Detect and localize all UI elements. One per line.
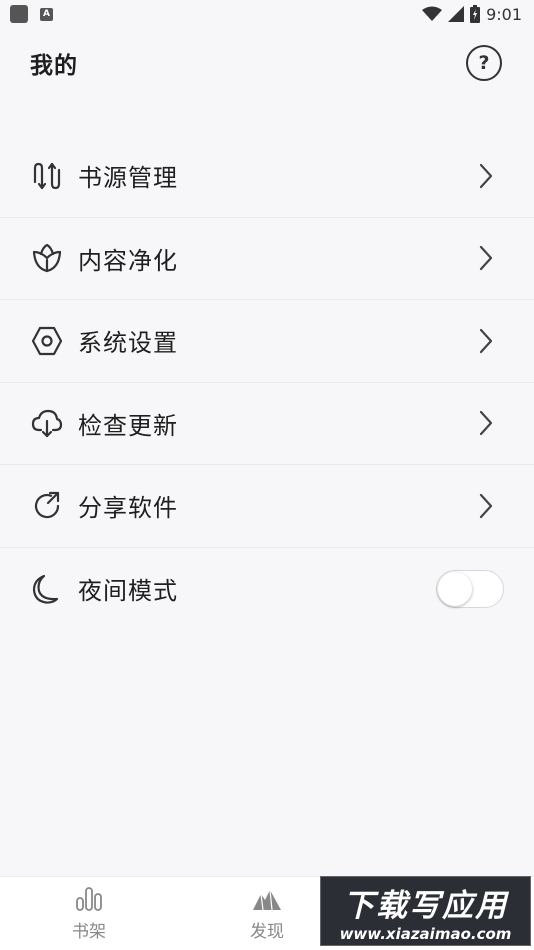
- moon-icon: [30, 572, 64, 606]
- leaf-icon: [30, 241, 64, 275]
- menu-item-label: 分享软件: [78, 494, 178, 523]
- menu-item-system-settings[interactable]: 系统设置: [0, 300, 534, 383]
- chevron-right-icon: [476, 327, 496, 355]
- chevron-right-icon: [476, 244, 496, 272]
- notification-a-icon: A: [40, 7, 53, 21]
- help-button[interactable]: ?: [466, 45, 502, 81]
- swap-vertical-icon: [30, 159, 64, 193]
- menu-item-book-source[interactable]: 书源管理: [0, 135, 534, 218]
- menu-item-label: 内容净化: [78, 246, 178, 275]
- nav-tab-label: 书架: [72, 922, 106, 942]
- help-icon: ?: [478, 52, 490, 74]
- menu-item-label: 夜间模式: [78, 577, 178, 606]
- page-title: 我的: [30, 53, 78, 79]
- mountain-icon: [252, 885, 282, 913]
- menu-item-check-update[interactable]: 检查更新: [0, 383, 534, 465]
- nav-tab-label: 发现: [250, 922, 284, 942]
- wifi-icon: [422, 6, 443, 21]
- hexagon-settings-icon: [30, 324, 64, 358]
- toggle-knob: [438, 571, 472, 606]
- notification-app-icon: [10, 5, 28, 23]
- status-bar: A 9:01: [0, 0, 534, 28]
- battery-icon: [470, 5, 481, 23]
- site-watermark: 下载写应用 www.xiazaimao.com: [320, 876, 531, 946]
- menu-item-label: 系统设置: [78, 329, 178, 358]
- night-mode-toggle[interactable]: [436, 569, 504, 608]
- signal-icon: [448, 6, 465, 22]
- page-header: 我的 ?: [0, 28, 534, 98]
- cloud-download-icon: [30, 406, 64, 440]
- watermark-main-text: 下载写应用: [343, 887, 508, 924]
- bookshelf-icon: [74, 885, 104, 913]
- chevron-right-icon: [476, 409, 496, 437]
- chevron-right-icon: [476, 492, 496, 520]
- chevron-right-icon: [476, 162, 496, 190]
- watermark-url-text: www.xiazaimao.com: [339, 924, 512, 943]
- menu-item-label: 书源管理: [78, 164, 178, 193]
- menu-item-content-purify[interactable]: 内容净化: [0, 218, 534, 300]
- menu-item-label: 检查更新: [78, 411, 178, 440]
- menu-item-night-mode: 夜间模式: [0, 548, 534, 631]
- menu-item-share-app[interactable]: 分享软件: [0, 465, 534, 548]
- share-arrow-icon: [30, 489, 64, 523]
- nav-tab-bookshelf[interactable]: 书架: [0, 877, 178, 950]
- status-time: 9:01: [486, 4, 522, 24]
- settings-menu: 书源管理 内容净化 系统设置 检查更新 分享软件 夜间模式: [0, 135, 534, 630]
